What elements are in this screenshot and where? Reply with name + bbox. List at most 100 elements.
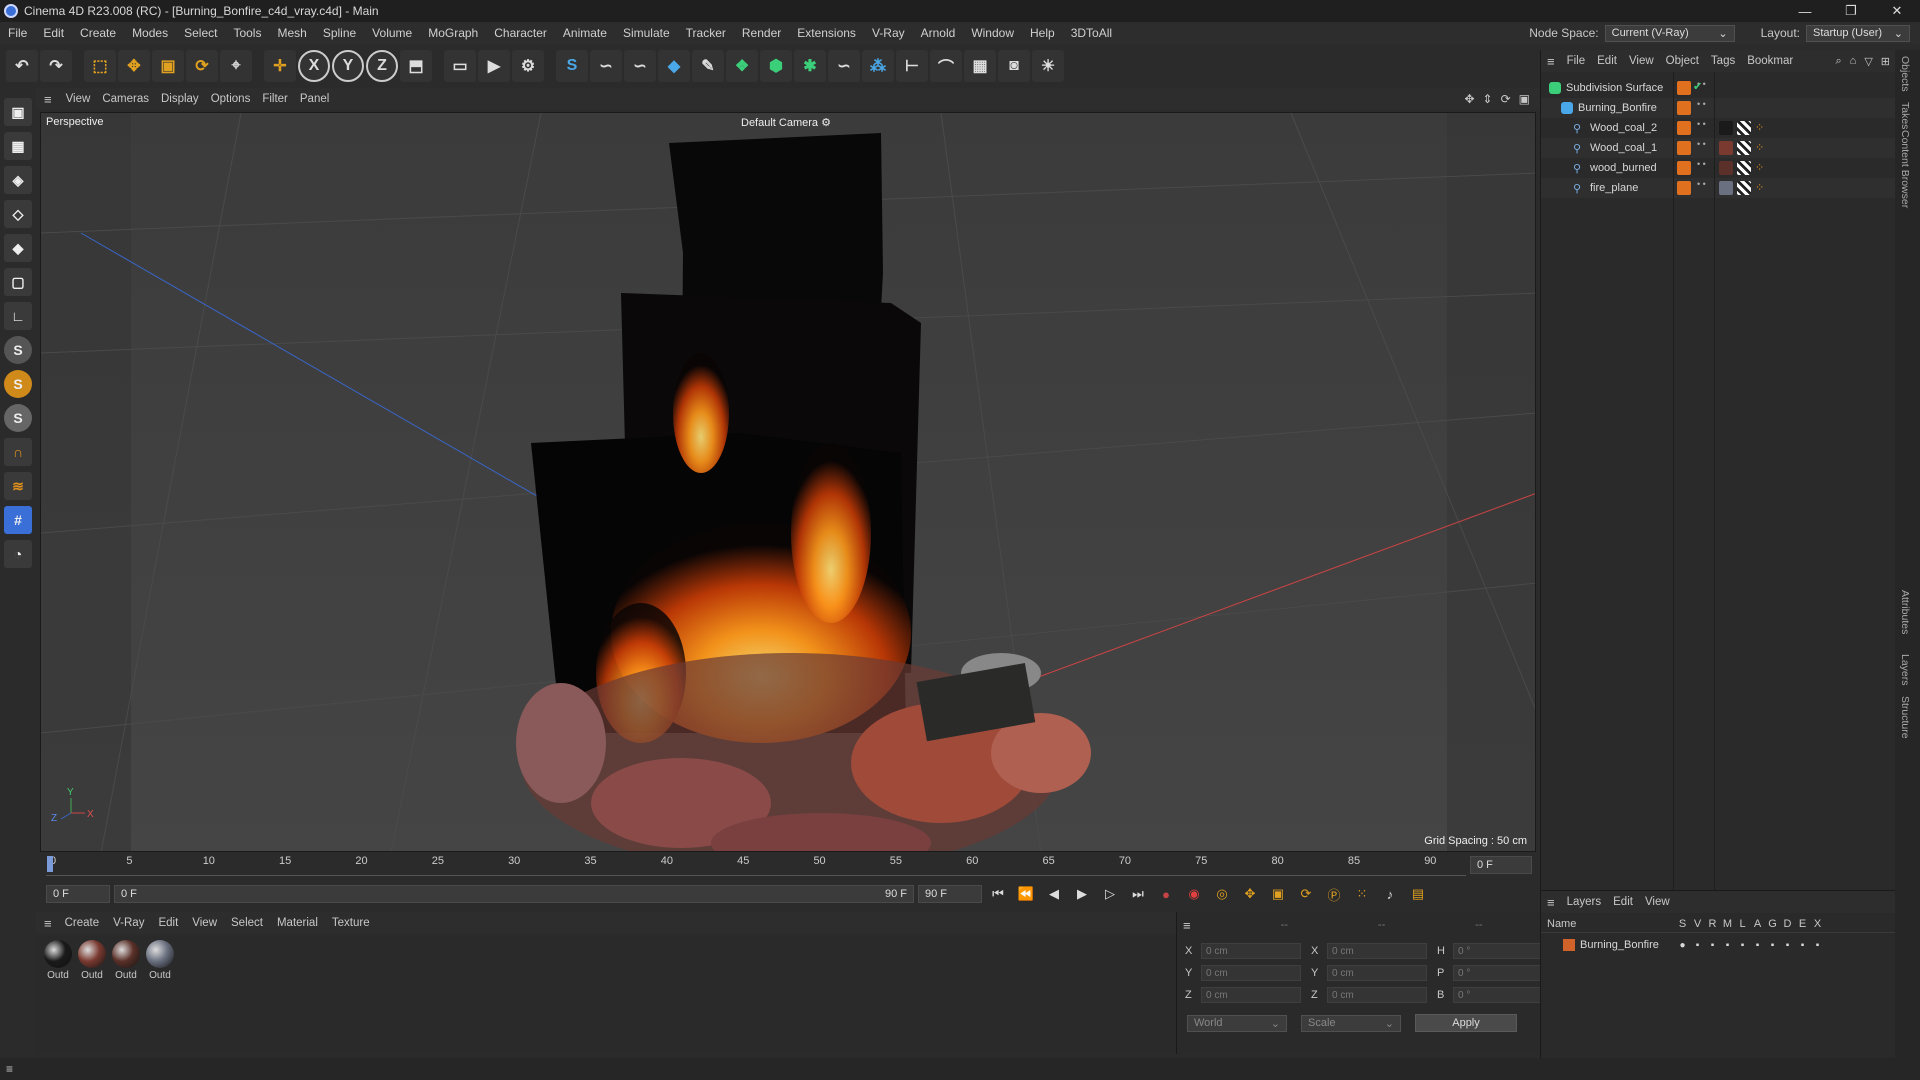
material-tag[interactable] (1719, 161, 1733, 175)
edges-mode-icon[interactable]: ◇ (4, 200, 32, 228)
material-menu-edit[interactable]: Edit (151, 917, 185, 929)
new-window-icon[interactable]: ⊞ (1881, 55, 1890, 68)
start-frame-field[interactable]: 0 F (46, 885, 110, 903)
coord-field-a[interactable]: 0 cm (1201, 965, 1301, 981)
uv-mode-icon[interactable]: ▢ (4, 268, 32, 296)
layer-color-tag[interactable] (1677, 121, 1691, 135)
side-tab-structure[interactable]: Structure (1899, 696, 1911, 739)
object-coord-icon[interactable]: ⬒ (400, 50, 432, 82)
subdivision-icon[interactable]: ✱ (794, 50, 826, 82)
coord-field-b[interactable]: 0 cm (1327, 943, 1427, 959)
current-frame-field[interactable]: 0 F (1470, 856, 1532, 874)
viewport-menu-options[interactable]: Options (205, 93, 257, 105)
render-icon[interactable]: ▪ (1705, 940, 1720, 951)
menu-render[interactable]: Render (734, 26, 789, 40)
menu-simulate[interactable]: Simulate (615, 26, 678, 40)
vray-tag-icon[interactable]: ⁘ (1755, 161, 1764, 174)
coord-field-c[interactable]: 0 ° (1453, 965, 1553, 981)
viewport-menu-filter[interactable]: Filter (256, 93, 294, 105)
menu-file[interactable]: File (0, 26, 35, 40)
object-row[interactable]: Subdivision Surface • • ✔ (1541, 78, 1896, 98)
floor-icon[interactable]: ▦ (964, 50, 996, 82)
generators-icon[interactable]: ▪ (1765, 940, 1780, 951)
hamburger-icon[interactable]: ≡ (6, 1062, 13, 1076)
menu-modes[interactable]: Modes (124, 26, 176, 40)
coord-field-a[interactable]: 0 cm (1201, 987, 1301, 1003)
object-row[interactable]: ⚲ Wood_coal_1 • • ⁘ (1541, 138, 1896, 158)
side-tab-takes[interactable]: Takes (1899, 102, 1911, 129)
layer-color-tag[interactable] (1677, 101, 1691, 115)
timeline-ruler[interactable]: 0 5 10 15 20 25 30 35 40 45 50 55 60 65 70 75 80 85 90 0 F (40, 852, 1536, 878)
material-swatch[interactable]: Outd (42, 940, 74, 988)
workplane-snap-icon[interactable]: S (4, 404, 32, 432)
menu-edit[interactable]: Edit (35, 26, 72, 40)
motion-icon[interactable]: ♪ (1378, 882, 1402, 906)
frame-range-slider[interactable]: 0 F 90 F (114, 885, 914, 903)
layout-dropdown[interactable]: Startup (User) ⌄ (1806, 24, 1910, 42)
axis-mode-icon[interactable]: ∟ (4, 302, 32, 330)
position-key-icon[interactable]: ✥ (1238, 882, 1262, 906)
expressions-icon[interactable]: ▪ (1795, 940, 1810, 951)
cloner-icon[interactable]: ❖ (726, 50, 758, 82)
material-swatch[interactable]: Outd (76, 940, 108, 988)
object-menu-tags[interactable]: Tags (1705, 55, 1741, 67)
coordinate-icon[interactable]: ✛ (264, 50, 296, 82)
texture-mode-icon[interactable]: ▦ (4, 132, 32, 160)
menu-select[interactable]: Select (176, 26, 225, 40)
layer-color-tag[interactable] (1677, 81, 1691, 95)
menu-window[interactable]: Window (963, 26, 1022, 40)
material-menu-vray[interactable]: V-Ray (106, 917, 151, 929)
home-icon[interactable]: ⌂ (1850, 55, 1857, 68)
check-icon[interactable]: ✔ (1693, 80, 1702, 93)
layer-menu-layers[interactable]: Layers (1561, 896, 1608, 908)
viewport[interactable]: Y X Z Perspective Default Camera ⚙ Grid … (40, 112, 1536, 852)
material-tag[interactable] (1719, 121, 1733, 135)
menu-extensions[interactable]: Extensions (789, 26, 864, 40)
layer-menu-view[interactable]: View (1639, 896, 1676, 908)
visibility-dots-icon[interactable]: • • (1697, 180, 1706, 189)
solo-icon[interactable]: ● (1675, 940, 1690, 951)
hamburger-icon[interactable]: ≡ (1547, 54, 1555, 69)
material-swatch[interactable]: Outd (144, 940, 176, 988)
workplane-icon[interactable]: ≋ (4, 472, 32, 500)
object-row[interactable]: ⚲ Wood_coal_2 • • ⁘ (1541, 118, 1896, 138)
viewport-menu-view[interactable]: View (60, 93, 97, 105)
move-view-icon[interactable]: ✥ (1464, 92, 1474, 106)
python3-icon[interactable]: ∽ (828, 50, 860, 82)
record-icon[interactable]: ● (1154, 882, 1178, 906)
visibility-dots-icon[interactable]: • • (1697, 100, 1706, 109)
menu-tracker[interactable]: Tracker (678, 26, 734, 40)
material-menu-create[interactable]: Create (58, 917, 107, 929)
coord-field-a[interactable]: 0 cm (1201, 943, 1301, 959)
polygons-mode-icon[interactable]: ◆ (4, 234, 32, 262)
viewport-menu-panel[interactable]: Panel (294, 93, 335, 105)
scale-icon[interactable]: ▣ (152, 50, 184, 82)
object-row[interactable]: ⚲ fire_plane • • ⁘ (1541, 178, 1896, 198)
hamburger-icon[interactable]: ≡ (1547, 895, 1555, 910)
visible-icon[interactable]: ▪ (1690, 940, 1705, 951)
layer-color-swatch[interactable] (1563, 939, 1575, 951)
magnet-icon[interactable]: ∩ (4, 438, 32, 466)
filter-icon[interactable]: ▽ (1864, 55, 1872, 68)
menu-tools[interactable]: Tools (225, 26, 269, 40)
previous-frame-icon[interactable]: ◀ (1042, 882, 1066, 906)
go-to-end-icon[interactable]: ⏭ (1126, 882, 1150, 906)
undo-icon[interactable]: ↶ (6, 50, 38, 82)
node-space-dropdown[interactable]: Current (V-Ray) ⌄ (1604, 24, 1735, 42)
grid-icon[interactable]: # (4, 506, 32, 534)
coord-field-b[interactable]: 0 cm (1327, 965, 1427, 981)
menu-3dtoall[interactable]: 3DToAll (1063, 26, 1120, 40)
material-swatch[interactable]: Outd (110, 940, 142, 988)
coord-field-b[interactable]: 0 cm (1327, 987, 1427, 1003)
object-menu-bookmar[interactable]: Bookmar (1741, 55, 1799, 67)
material-menu-texture[interactable]: Texture (325, 917, 377, 929)
layer-color-tag[interactable] (1677, 161, 1691, 175)
cube-icon[interactable]: ◆ (658, 50, 690, 82)
menu-character[interactable]: Character (486, 26, 555, 40)
coord-mode-dropdown[interactable]: Scale ⌄ (1301, 1014, 1401, 1032)
menu-help[interactable]: Help (1022, 26, 1063, 40)
hamburger-icon[interactable]: ≡ (44, 916, 52, 931)
minimize-button[interactable]: — (1782, 0, 1828, 22)
manager-icon[interactable]: ▪ (1720, 940, 1735, 951)
layer-row[interactable]: Burning_Bonfire ● ▪ ▪ ▪ ▪ ▪ ▪ ▪ ▪ ▪ (1541, 935, 1896, 955)
